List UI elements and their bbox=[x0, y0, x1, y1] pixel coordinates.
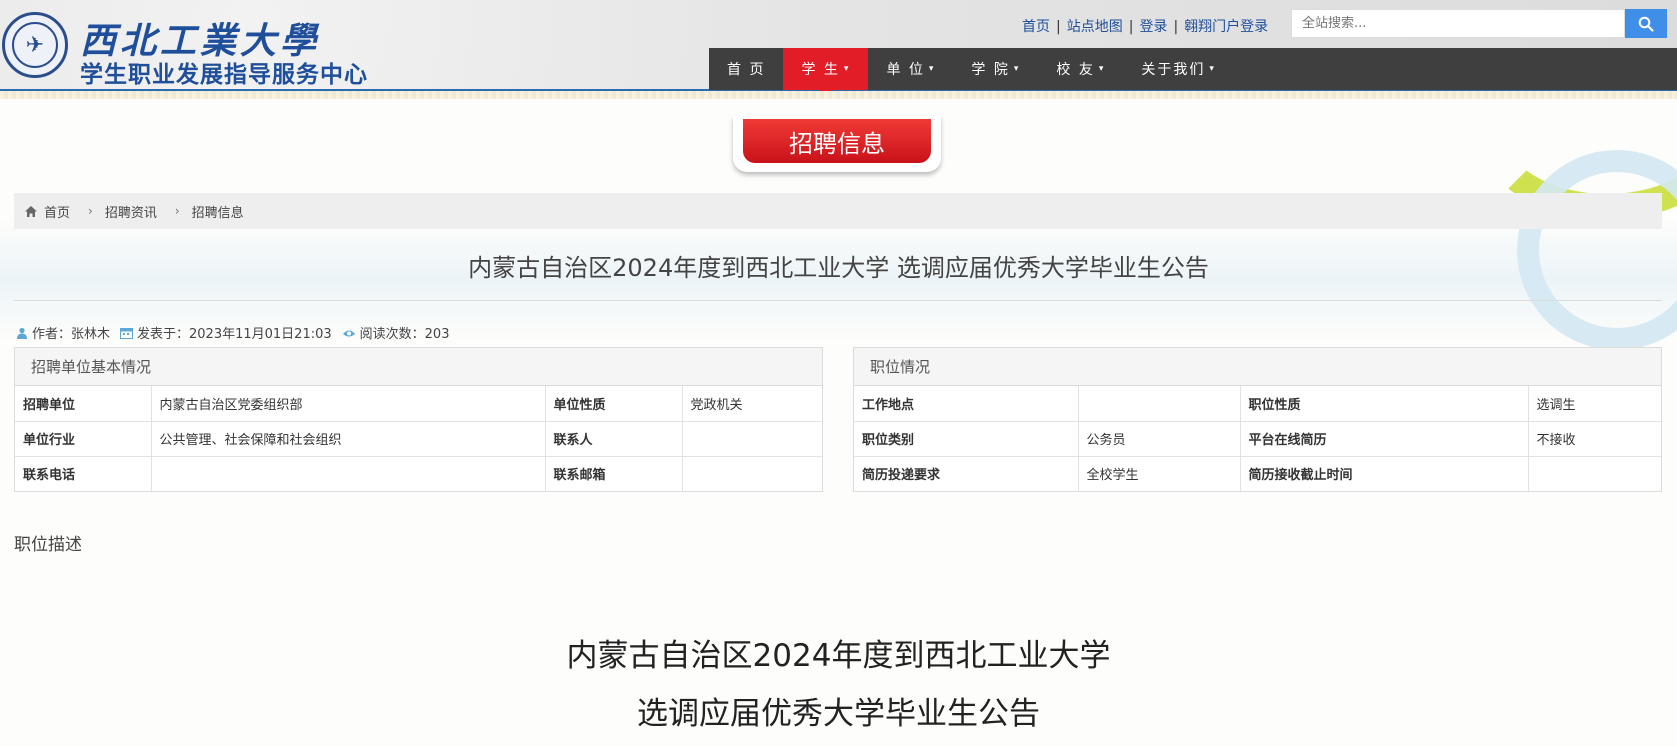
university-seal-icon: ✈ bbox=[12, 22, 58, 68]
nav-about-label: 关于我们 bbox=[1141, 62, 1206, 78]
chevron-right-icon: › bbox=[88, 204, 93, 218]
article-title: 内蒙古自治区2024年度到西北工业大学 选调应届优秀大学毕业生公告 bbox=[468, 254, 1209, 282]
table-cell-value bbox=[1078, 386, 1241, 421]
table-cell-key: 平台在线简历 bbox=[1240, 420, 1529, 456]
publish-date: 发表于：2023年11月01日21:03 bbox=[137, 327, 332, 342]
calendar-icon bbox=[120, 327, 134, 339]
eye-icon bbox=[342, 330, 355, 336]
table-cell-value: 公务员 bbox=[1078, 420, 1241, 456]
title-divider bbox=[14, 300, 1662, 301]
site-header: ✈ 西北工業大學 学生职业发展指导服务中心 首页 | 站点地图 | 登录 | 翱翔门户登录 … bbox=[0, 0, 1677, 99]
table-row: 单位行业 公共管理、社会保障和社会组织 联系人 bbox=[15, 420, 822, 456]
table-cell-key: 简历投递要求 bbox=[854, 455, 1079, 491]
table-cell-value bbox=[682, 455, 822, 491]
breadcrumb: 首页 › 招聘资讯 › 招聘信息 bbox=[14, 193, 1662, 229]
position-info-panel: 职位情况 工作地点 职位性质 选调生 职位类别 公务员 平台在线简历 不接收 简… bbox=[853, 347, 1662, 492]
nav-alumni-label: 校 友 bbox=[1056, 62, 1095, 78]
breadcrumb-news[interactable]: 招聘资讯 bbox=[105, 202, 157, 221]
table-cell-key: 职位类别 bbox=[854, 420, 1079, 456]
search-button[interactable] bbox=[1625, 9, 1667, 38]
table-cell-value bbox=[682, 420, 822, 456]
chevron-down-icon: ▾ bbox=[843, 64, 851, 74]
announcement-title-line1: 内蒙古自治区2024年度到西北工业大学 bbox=[566, 638, 1111, 674]
unit-info-panel: 招聘单位基本情况 招聘单位 内蒙古自治区党委组织部 单位性质 党政机关 单位行业… bbox=[14, 347, 823, 492]
chevron-down-icon: ▾ bbox=[1098, 64, 1106, 74]
section-title-banner: 招聘信息 bbox=[733, 116, 941, 172]
section-title: 招聘信息 bbox=[743, 119, 931, 163]
table-cell-key: 单位性质 bbox=[545, 386, 683, 421]
toplink-home[interactable]: 首页 bbox=[1022, 19, 1050, 35]
nav-colleges-label: 学 院 bbox=[971, 62, 1010, 78]
table-row: 简历投递要求 全校学生 简历接收截止时间 bbox=[854, 455, 1661, 491]
unit-info-heading: 招聘单位基本情况 bbox=[15, 348, 822, 386]
toplink-sitemap[interactable]: 站点地图 bbox=[1067, 19, 1123, 35]
table-cell-key: 简历接收截止时间 bbox=[1240, 455, 1529, 491]
table-row: 招聘单位 内蒙古自治区党委组织部 单位性质 党政机关 bbox=[15, 386, 822, 421]
breadcrumb-home[interactable]: 首页 bbox=[44, 202, 70, 221]
nav-students[interactable]: 学 生 ▾ bbox=[783, 48, 869, 97]
nav-students-label: 学 生 bbox=[801, 62, 840, 78]
search-icon bbox=[1638, 16, 1654, 32]
chevron-down-icon: ▾ bbox=[1013, 64, 1021, 74]
nav-home[interactable]: 首 页 bbox=[709, 48, 783, 90]
breadcrumb-current[interactable]: 招聘信息 bbox=[192, 202, 244, 221]
table-cell-value: 内蒙古自治区党委组织部 bbox=[151, 386, 546, 421]
toplink-login[interactable]: 登录 bbox=[1139, 19, 1167, 35]
table-row: 工作地点 职位性质 选调生 bbox=[854, 386, 1661, 421]
table-cell-value: 公共管理、社会保障和社会组织 bbox=[151, 420, 546, 456]
table-cell-value bbox=[151, 455, 546, 491]
table-cell-value: 不接收 bbox=[1528, 420, 1661, 456]
nav-alumni[interactable]: 校 友 ▾ bbox=[1038, 48, 1123, 90]
author: 作者：张林木 bbox=[32, 327, 111, 342]
unit-info-table: 招聘单位 内蒙古自治区党委组织部 单位性质 党政机关 单位行业 公共管理、社会保… bbox=[15, 386, 822, 491]
table-row: 职位类别 公务员 平台在线简历 不接收 bbox=[854, 420, 1661, 456]
table-cell-key: 联系电话 bbox=[15, 455, 152, 491]
table-cell-value bbox=[1528, 455, 1661, 491]
user-icon bbox=[17, 327, 27, 339]
center-name: 学生职业发展指导服务中心 bbox=[80, 62, 368, 88]
nav-employers[interactable]: 单 位 ▾ bbox=[868, 48, 953, 90]
table-cell-key: 单位行业 bbox=[15, 420, 152, 456]
search-box bbox=[1291, 9, 1667, 38]
job-description-label: 职位描述 bbox=[14, 535, 82, 555]
chevron-down-icon: ▾ bbox=[928, 64, 936, 74]
nav-employers-label: 单 位 bbox=[886, 62, 925, 78]
position-info-heading: 职位情况 bbox=[854, 348, 1661, 386]
table-cell-key: 联系邮箱 bbox=[545, 455, 683, 491]
table-row: 联系电话 联系邮箱 bbox=[15, 455, 822, 491]
toplink-portal-login[interactable]: 翱翔门户登录 bbox=[1184, 19, 1268, 35]
table-cell-value: 全校学生 bbox=[1078, 455, 1241, 491]
nav-home-label: 首 页 bbox=[727, 62, 766, 78]
view-count: 阅读次数：203 bbox=[359, 327, 450, 342]
search-input[interactable] bbox=[1291, 9, 1625, 38]
table-cell-value: 选调生 bbox=[1536, 397, 1576, 413]
table-cell-key: 联系人 bbox=[545, 420, 683, 456]
announcement-title-line2: 选调应届优秀大学毕业生公告 bbox=[637, 696, 1040, 732]
home-icon bbox=[25, 205, 37, 217]
table-cell-key: 职位性质 bbox=[1240, 386, 1529, 421]
nav-about[interactable]: 关于我们 ▾ bbox=[1123, 48, 1234, 90]
position-info-table: 工作地点 职位性质 选调生 职位类别 公务员 平台在线简历 不接收 简历投递要求… bbox=[854, 386, 1661, 491]
table-cell-key: 工作地点 bbox=[854, 386, 1079, 421]
chevron-right-icon: › bbox=[174, 204, 180, 218]
chevron-down-icon: ▾ bbox=[1209, 64, 1216, 74]
article-meta: 作者：张林木 发表于：2023年11月01日21:03 阅读次数：203 bbox=[16, 323, 449, 342]
nav-colleges[interactable]: 学 院 ▾ bbox=[953, 48, 1038, 90]
main-nav: 首 页 学 生 ▾ 单 位 ▾ 学 院 ▾ 校 友 ▾ 关于我们 ▾ bbox=[709, 48, 1677, 97]
university-logo[interactable]: ✈ bbox=[2, 12, 68, 78]
table-cell-key: 招聘单位 bbox=[15, 386, 152, 421]
top-links: 首页 | 站点地图 | 登录 | 翱翔门户登录 bbox=[1022, 19, 1269, 35]
table-cell-value: 党政机关 bbox=[690, 397, 743, 413]
